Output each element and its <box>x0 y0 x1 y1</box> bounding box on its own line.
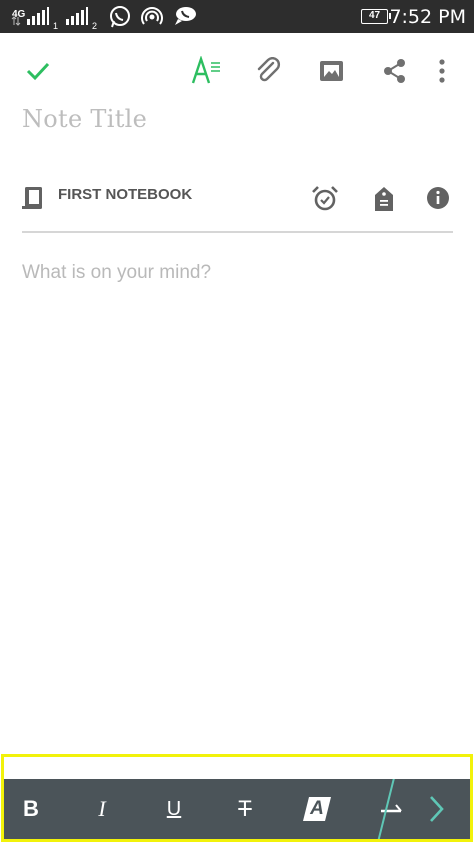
chevron-right-icon <box>430 796 444 822</box>
highlight-label: A <box>310 798 324 819</box>
battery-level: 47 <box>368 10 381 21</box>
note-info-button[interactable] <box>425 185 451 213</box>
checkmark-icon <box>26 62 50 81</box>
attach-button[interactable] <box>252 55 284 87</box>
clock: 7:52 PM <box>389 6 466 28</box>
info-icon <box>427 187 449 209</box>
note-meta-row: FIRST NOTEBOOK <box>0 176 474 226</box>
more-formatting-button[interactable] <box>414 779 458 839</box>
status-bar: 4G 1 2 47 7:52 PM <box>0 0 474 33</box>
tags-button[interactable] <box>371 185 397 213</box>
underline-button[interactable]: U <box>152 779 196 839</box>
battery-indicator: 47 <box>361 9 391 24</box>
highlight-icon: A <box>302 796 332 822</box>
paperclip-icon <box>257 57 280 82</box>
reminder-button[interactable] <box>311 185 339 213</box>
highlight-button[interactable]: A <box>295 779 339 839</box>
sim2-label: 2 <box>92 16 97 34</box>
strikethrough-button[interactable]: T <box>223 779 267 839</box>
note-toolbar <box>0 33 474 107</box>
share-button[interactable] <box>379 55 411 87</box>
sim1-number: 1 <box>53 21 59 31</box>
image-icon <box>320 61 343 81</box>
text-format-button[interactable] <box>190 55 222 87</box>
italic-button[interactable]: I <box>80 779 124 839</box>
more-options-button[interactable] <box>426 55 458 87</box>
divider <box>22 231 453 233</box>
alarm-icon <box>312 186 338 211</box>
bold-button[interactable]: B <box>9 779 53 839</box>
text-format-icon <box>191 56 220 84</box>
tag-icon <box>375 187 393 211</box>
note-body-input[interactable]: What is on your mind? <box>22 262 211 284</box>
note-title-input[interactable]: Note Title <box>22 105 147 133</box>
strikethrough-label: T <box>238 796 252 821</box>
sim2-number: 2 <box>92 21 98 31</box>
sim1-label: 1 <box>53 16 58 34</box>
share-icon <box>384 59 405 83</box>
save-button[interactable] <box>22 55 54 87</box>
notebook-icon <box>22 187 42 209</box>
underline-label: U <box>166 797 182 820</box>
more-vert-icon <box>439 59 445 83</box>
italic-label: I <box>98 796 106 821</box>
format-toolbar: B I U T A <box>4 779 470 839</box>
bold-label: B <box>23 796 39 821</box>
insert-image-button[interactable] <box>316 55 348 87</box>
notebook-selector[interactable]: FIRST NOTEBOOK <box>58 186 192 203</box>
